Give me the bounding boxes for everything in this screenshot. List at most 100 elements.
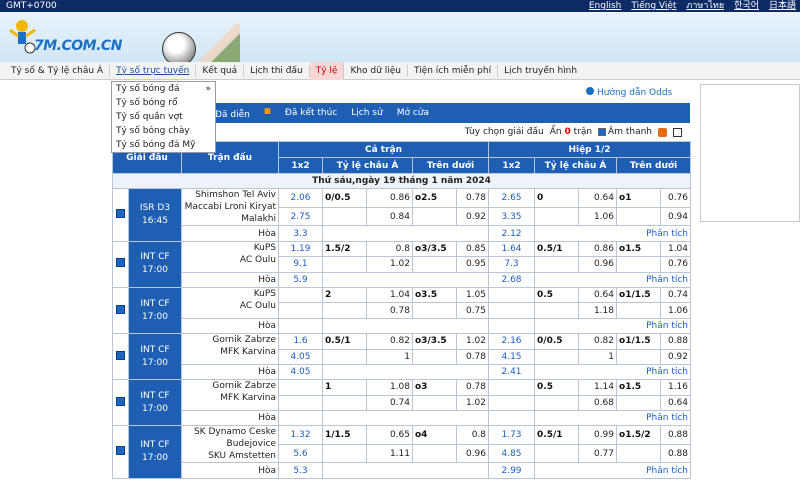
home-team[interactable]: KuPS: [184, 242, 276, 254]
match-time: 17:00: [142, 357, 168, 368]
nav-fixtures[interactable]: Lịch thi đấu: [244, 64, 310, 77]
league-cell[interactable]: INT CF 17:00: [128, 333, 182, 381]
home-team[interactable]: Shimshon Tel Aviv: [184, 190, 276, 202]
asian-handicap: 1/1.5: [322, 425, 367, 445]
nav-scores-asian[interactable]: Tỷ số & Tỷ lệ châu Á: [5, 64, 111, 77]
ou-odds: 0.92: [455, 206, 490, 227]
lang-korean[interactable]: 한국어: [734, 0, 759, 12]
nav-free-tools[interactable]: Tiện ích miễn phí: [408, 64, 499, 77]
analysis-link[interactable]: Phân tích: [534, 317, 692, 335]
row-checkbox[interactable]: [116, 304, 125, 314]
league-name: INT CF: [140, 252, 170, 263]
tab-history[interactable]: Lịch sử: [351, 108, 382, 118]
table-row: Hòa Phân tích: [113, 410, 692, 427]
odds-guide-link[interactable]: Hướng dẫn Odds: [586, 87, 672, 98]
asian-handicap-half: [534, 302, 580, 319]
dropdown-football[interactable]: Tỷ số bóng đá »: [112, 82, 215, 96]
empty-cell: [321, 317, 490, 335]
lang-vietnamese[interactable]: Tiếng Việt: [631, 0, 676, 12]
dropdown-american-football[interactable]: Tỷ số bóng đá Mỹ: [112, 138, 215, 152]
row-checkbox[interactable]: [116, 396, 125, 406]
draw-odds: 4.05: [278, 363, 323, 381]
ou-odds-half: 1.06: [660, 302, 692, 319]
nav-database[interactable]: Kho dữ liệu: [344, 64, 408, 77]
analysis-link[interactable]: Phân tích: [534, 410, 692, 427]
row-checkbox-cell: [112, 286, 129, 335]
ou-line: o3: [412, 379, 457, 396]
lang-japanese[interactable]: 日本語: [769, 0, 796, 12]
draw-odds-half: 2.12: [488, 225, 536, 242]
home-team[interactable]: SK Dynamo Ceske Budejovice: [184, 427, 276, 451]
away-team[interactable]: SKU Amstetten: [184, 450, 276, 462]
live-scores-dropdown: Tỷ số bóng đá » Tỷ số bóng rổ Tỷ số quần …: [111, 81, 216, 153]
league-cell[interactable]: INT CF 17:00: [128, 240, 182, 288]
dropdown-baseball[interactable]: Tỷ số bóng chày: [112, 124, 215, 138]
odds-1x2-half: 4.15: [488, 348, 536, 365]
asian-handicap: [322, 256, 367, 273]
dropdown-tennis[interactable]: Tỷ số quần vợt: [112, 110, 215, 124]
dropdown-basketball[interactable]: Tỷ số bóng rổ: [112, 96, 215, 110]
away-team[interactable]: Maccabi Lroni Kiryat Malakhi: [184, 201, 276, 225]
ou-odds-half: 1.16: [660, 379, 692, 396]
ou-line: o3/3.5: [412, 240, 457, 258]
refresh-icon[interactable]: [658, 127, 667, 137]
league-cell[interactable]: ISR D3 16:45: [128, 188, 182, 242]
ou-line: o3/3.5: [412, 333, 457, 350]
league-name: INT CF: [140, 344, 170, 355]
ou-line: [412, 302, 457, 319]
row-checkbox[interactable]: [116, 446, 125, 456]
odds-1x2: 1.19: [278, 240, 323, 258]
asian-handicap-half: 0: [534, 188, 580, 208]
away-team[interactable]: AC Oulu: [184, 254, 276, 266]
analysis-link[interactable]: Phân tích: [534, 363, 692, 381]
tab-finished[interactable]: Đã kết thúc: [285, 108, 337, 118]
analysis-link[interactable]: Phân tích: [534, 462, 692, 479]
tab-open[interactable]: Mở cửa: [397, 108, 429, 118]
home-team[interactable]: Gornik Zabrze: [184, 381, 276, 393]
league-name: ISR D3: [139, 203, 171, 214]
home-team[interactable]: Gornik Zabrze: [184, 335, 276, 347]
away-team[interactable]: MFK Karvina: [184, 392, 276, 404]
away-team[interactable]: AC Oulu: [184, 300, 276, 312]
sound-checkbox[interactable]: [598, 127, 607, 136]
home-team[interactable]: KuPS: [184, 288, 276, 300]
asian-handicap-half: 0/0.5: [534, 333, 580, 350]
match-time: 17:00: [142, 265, 168, 276]
league-cell[interactable]: INT CF 17:00: [128, 286, 182, 335]
analysis-link[interactable]: Phân tích: [534, 225, 692, 242]
ou-line: [412, 394, 457, 412]
lang-english[interactable]: English: [589, 0, 622, 12]
ou-line-half: o1.5: [616, 240, 662, 258]
league-cell[interactable]: INT CF 17:00: [128, 379, 182, 427]
site-logo[interactable]: 7M.COM.CN: [8, 18, 158, 58]
asian-handicap: [322, 443, 367, 464]
table-row: INT CF 17:00 SK Dynamo Ceske Budejovice SK…: [112, 425, 692, 479]
draw-label: Hòa: [181, 363, 279, 381]
league-cell[interactable]: INT CF 17:00: [128, 425, 182, 479]
asian-handicap-half: [534, 394, 580, 412]
analysis-link[interactable]: Phân tích: [534, 271, 692, 288]
nav-live-scores[interactable]: Tỷ số trực tuyến: [110, 64, 197, 77]
draw-odds: 5.9: [278, 271, 323, 288]
tab-in-progress[interactable]: Đã diễn ■: [215, 106, 271, 120]
draw-odds: 5.3: [278, 462, 323, 479]
away-team[interactable]: MFK Karvina: [184, 346, 276, 358]
row-checkbox[interactable]: [116, 350, 125, 360]
ou-line-half: [616, 443, 662, 464]
print-icon[interactable]: [673, 127, 682, 137]
odds-1x2-half: 7.3: [488, 256, 536, 273]
nav-tv-schedule[interactable]: Lịch truyền hình: [498, 65, 583, 77]
choose-league-link[interactable]: Tùy chọn giải đấu: [465, 127, 544, 137]
row-checkbox[interactable]: [116, 209, 125, 219]
nav-odds[interactable]: Tỷ lệ: [309, 61, 345, 80]
league-name: INT CF: [140, 298, 170, 309]
sound-toggle[interactable]: Âm thanh: [598, 127, 652, 137]
odds-1x2-half: 1.73: [488, 425, 536, 445]
teams-cell: Gornik Zabrze MFK Karvina: [181, 379, 279, 412]
timezone[interactable]: GMT+0700: [6, 0, 57, 12]
nav-results[interactable]: Kết quả: [196, 64, 245, 77]
row-checkbox[interactable]: [116, 258, 125, 268]
asian-handicap: [322, 206, 367, 227]
asian-odds-half: 0.86: [578, 240, 618, 258]
lang-thai[interactable]: ภาษาไทย: [686, 0, 724, 12]
